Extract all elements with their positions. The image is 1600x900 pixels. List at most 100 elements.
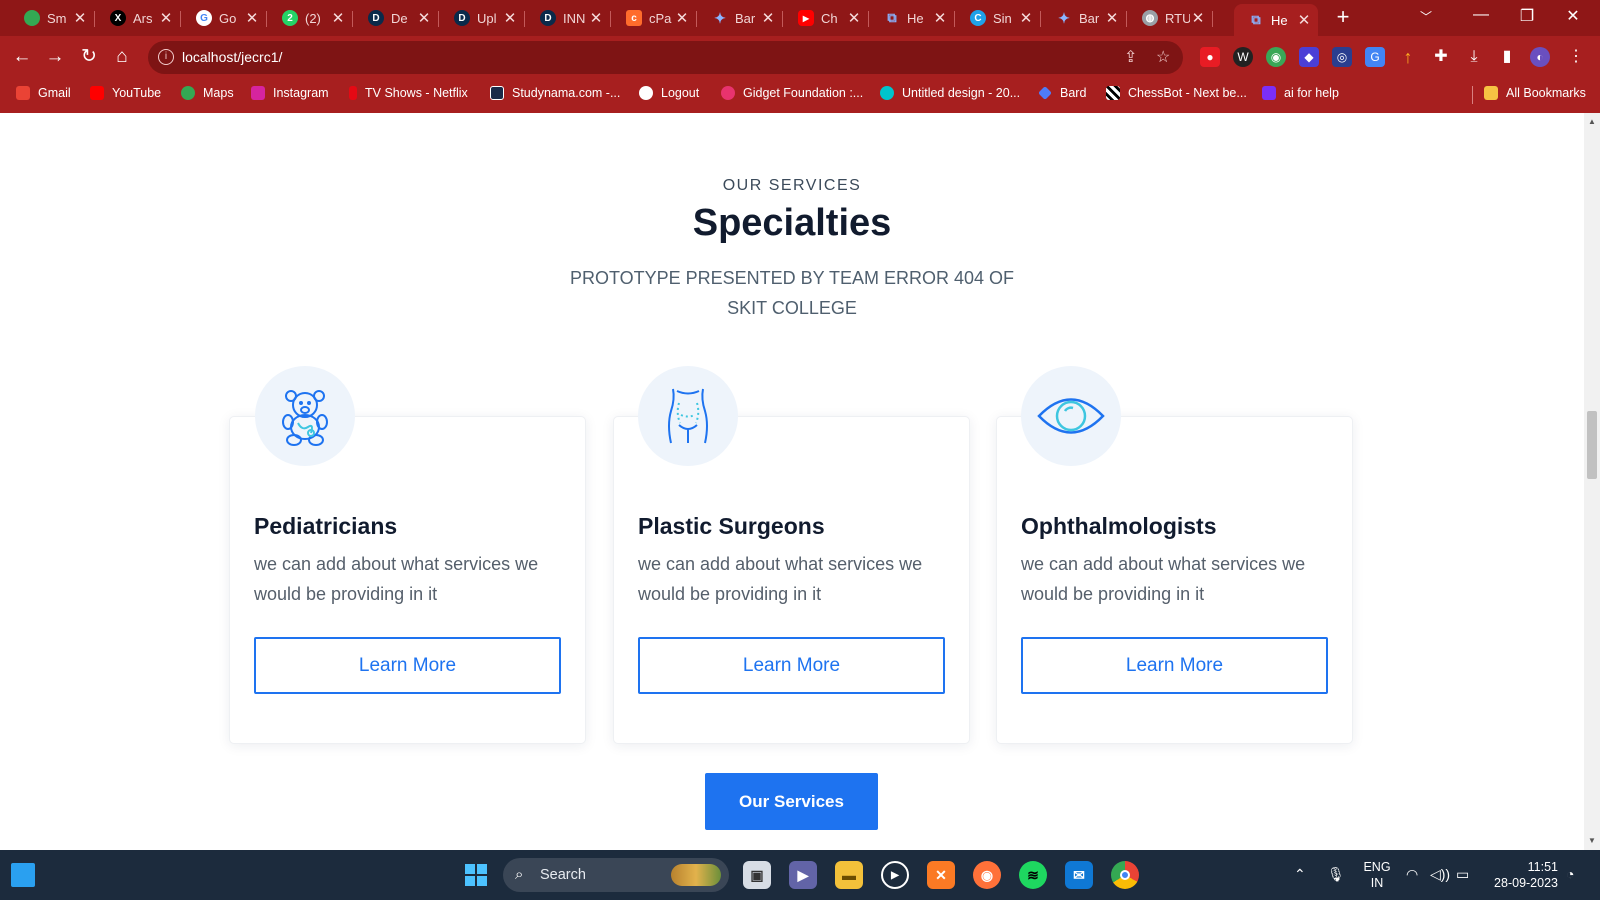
task-view-icon[interactable]: ▣ <box>743 861 771 889</box>
show-hidden-icons-chevron-icon[interactable]: ⌃ <box>1294 866 1306 883</box>
learn-more-button[interactable]: Learn More <box>638 637 945 694</box>
close-icon[interactable]: ✕ <box>158 9 174 27</box>
bookmark-logout[interactable]: Logout <box>639 86 699 100</box>
share-icon[interactable]: ⇪ <box>1124 47 1137 67</box>
close-icon[interactable]: ✕ <box>588 9 604 27</box>
home-icon[interactable]: ⌂ <box>110 45 134 69</box>
page-scrollbar[interactable]: ▲ ▼ <box>1584 113 1600 850</box>
bookmark-maps[interactable]: Maps <box>181 86 234 100</box>
tab-search-chevron-icon[interactable]: ﹀ <box>1420 8 1432 25</box>
spotify-icon[interactable]: ≋ <box>1019 861 1047 889</box>
tab[interactable]: ◍ RTU ✕ <box>1128 4 1213 32</box>
tab[interactable]: C Sin ✕ <box>956 4 1041 32</box>
bookmark-gmail[interactable]: Gmail <box>16 86 71 100</box>
our-services-button[interactable]: Our Services <box>705 773 878 830</box>
close-icon[interactable]: ✕ <box>72 9 88 27</box>
notifications-icon[interactable]: ◔ <box>1566 866 1574 882</box>
extension-icon[interactable]: ↑ <box>1398 47 1418 67</box>
close-icon[interactable]: ✕ <box>416 9 432 27</box>
close-icon[interactable]: ✕ <box>846 9 862 27</box>
restore-icon[interactable]: ❐ <box>1512 6 1542 26</box>
minimize-icon[interactable]: — <box>1466 6 1496 24</box>
language-indicator[interactable]: ENG IN <box>1360 859 1394 891</box>
volume-icon[interactable]: ◁)) <box>1430 866 1450 883</box>
taskbar-search[interactable]: ⌕ Search <box>503 858 729 892</box>
close-icon[interactable]: ✕ <box>244 9 260 27</box>
tab[interactable]: ✦ Bar ✕ <box>698 4 783 32</box>
forward-icon[interactable]: → <box>43 45 67 69</box>
all-bookmarks[interactable]: All Bookmarks <box>1484 86 1586 100</box>
new-tab-button[interactable]: + <box>1330 5 1356 31</box>
close-icon[interactable]: ✕ <box>1296 11 1312 29</box>
puzzle-icon[interactable]: ✚ <box>1431 47 1451 67</box>
xampp-icon[interactable]: ✕ <box>927 861 955 889</box>
tab[interactable]: D INN ✕ <box>526 4 611 32</box>
bookmark-netflix[interactable]: TV Shows - Netflix <box>349 86 468 100</box>
close-icon[interactable]: ✕ <box>674 9 690 27</box>
microphone-icon[interactable]: 🎙︎ <box>1327 866 1345 883</box>
close-icon[interactable]: ✕ <box>1018 9 1034 27</box>
clock[interactable]: 11:51 28-09-2023 <box>1478 859 1558 891</box>
close-icon[interactable]: ✕ <box>502 9 518 27</box>
close-icon[interactable]: ✕ <box>932 9 948 27</box>
extension-icon[interactable]: ◉ <box>1266 47 1286 67</box>
close-icon[interactable]: ✕ <box>1104 9 1120 27</box>
bookmark-instagram[interactable]: Instagram <box>251 86 329 100</box>
window-close-icon[interactable]: ✕ <box>1558 6 1588 26</box>
bookmark-youtube[interactable]: YouTube <box>90 86 161 100</box>
battery-icon[interactable]: ▭ <box>1456 866 1469 883</box>
mail-icon[interactable]: ✉ <box>1065 861 1093 889</box>
tab[interactable]: ▶ Ch ✕ <box>784 4 869 32</box>
eye-icon <box>1021 366 1121 466</box>
extension-icon[interactable]: ◎ <box>1332 47 1352 67</box>
tab[interactable]: G Go ✕ <box>182 4 267 32</box>
search-icon: ⌕ <box>515 866 524 883</box>
address-bar[interactable]: i localhost/jecrc1/ ⇪ ☆ <box>148 41 1183 74</box>
bookmark-canva[interactable]: Untitled design - 20... <box>880 86 1020 100</box>
tab[interactable]: c cPa ✕ <box>612 4 697 32</box>
tab[interactable]: D Upl ✕ <box>440 4 525 32</box>
learn-more-button[interactable]: Learn More <box>254 637 561 694</box>
learn-more-button[interactable]: Learn More <box>1021 637 1328 694</box>
bookmark-bard[interactable]: Bard <box>1038 86 1086 100</box>
kebab-menu-icon[interactable]: ⋮ <box>1566 47 1586 67</box>
close-icon[interactable]: ✕ <box>760 9 776 27</box>
scroll-thumb[interactable] <box>1587 411 1597 479</box>
translate-icon[interactable]: G <box>1365 47 1385 67</box>
tab[interactable]: ⧉ He ✕ <box>870 4 955 32</box>
back-icon[interactable]: ← <box>10 45 34 69</box>
teddy-bear-icon <box>255 366 355 466</box>
close-icon[interactable]: ✕ <box>1190 9 1206 27</box>
wifi-icon[interactable]: ◠ <box>1406 866 1418 883</box>
firefox-icon[interactable]: ◉ <box>973 861 1001 889</box>
extension-icon[interactable]: W <box>1233 47 1253 67</box>
bookmark-chessbot[interactable]: ChessBot - Next be... <box>1106 86 1247 100</box>
download-icon[interactable]: ⤓ <box>1464 47 1484 67</box>
bookmark-ai-for-help[interactable]: ai for help <box>1262 86 1339 100</box>
site-info-icon[interactable]: i <box>158 49 174 65</box>
bookmark-studynama[interactable]: Studynama.com -... <box>490 86 620 100</box>
tab[interactable]: X Ars ✕ <box>96 4 181 32</box>
file-explorer-icon[interactable]: ▬ <box>835 861 863 889</box>
tab[interactable]: D De ✕ <box>354 4 439 32</box>
url-text[interactable]: localhost/jecrc1/ <box>182 49 282 65</box>
tab[interactable]: ✦ Bar ✕ <box>1042 4 1127 32</box>
extension-icon[interactable]: ◆ <box>1299 47 1319 67</box>
bookmark-star-icon[interactable]: ☆ <box>1156 47 1170 67</box>
tab-active[interactable]: ⧉ He ✕ <box>1234 4 1318 36</box>
side-panel-icon[interactable]: ▮ <box>1497 47 1517 67</box>
windows-start-icon[interactable] <box>462 861 490 889</box>
scroll-down-icon[interactable]: ▼ <box>1588 836 1596 845</box>
tab[interactable]: 2 (2) ✕ <box>268 4 353 32</box>
profile-avatar[interactable]: ◐ <box>1530 47 1550 67</box>
tab[interactable]: Sm ✕ <box>10 4 95 32</box>
extension-icon[interactable]: ● <box>1200 47 1220 67</box>
reload-icon[interactable]: ↻ <box>77 45 101 69</box>
widgets-icon[interactable] <box>11 863 35 887</box>
close-icon[interactable]: ✕ <box>330 9 346 27</box>
media-player-icon[interactable]: ▶ <box>881 861 909 889</box>
teams-icon[interactable]: ▶ <box>789 861 817 889</box>
scroll-up-icon[interactable]: ▲ <box>1588 117 1596 126</box>
bookmark-gidget[interactable]: Gidget Foundation :... <box>721 86 863 100</box>
chrome-icon[interactable] <box>1111 861 1139 889</box>
